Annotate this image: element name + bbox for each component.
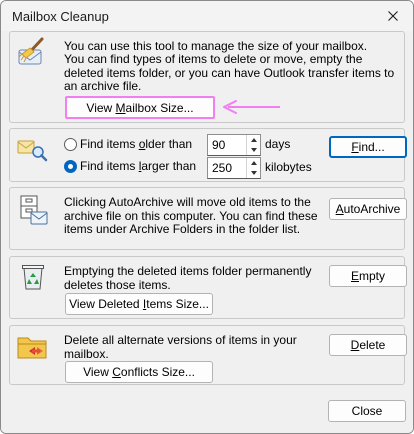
older-than-label: Find items older than [80, 137, 193, 151]
mailbox-cleanup-dialog: Mailbox Cleanup You can use this tool to… [0, 0, 414, 434]
window-title: Mailbox Cleanup [12, 8, 109, 24]
older-increment-button[interactable] [247, 135, 260, 145]
view-mailbox-size-button[interactable]: View Mailbox Size... [65, 96, 215, 119]
larger-than-radio[interactable] [64, 160, 77, 173]
older-than-days-input[interactable] [208, 135, 246, 155]
older-decrement-button[interactable] [247, 145, 260, 155]
window-close-button[interactable] [383, 6, 403, 26]
find-button[interactable]: Find... [329, 136, 407, 158]
empty-description: Emptying the deleted items folder perman… [64, 264, 312, 292]
archive-envelope-icon [20, 195, 48, 225]
days-unit-label: days [265, 137, 291, 151]
find-items-group: Find items older than days Find items la… [9, 128, 407, 182]
older-than-radio[interactable] [64, 138, 77, 151]
close-button[interactable]: Close [328, 400, 406, 422]
larger-stepper-buttons [246, 158, 260, 178]
larger-than-kb-input[interactable] [208, 158, 246, 178]
recycle-bin-icon [22, 265, 44, 290]
older-than-days-stepper[interactable] [207, 134, 261, 156]
envelope-magnifier-icon [17, 140, 48, 162]
larger-than-kb-stepper[interactable] [207, 157, 261, 179]
view-mailbox-size-label: View Mailbox Size... [86, 100, 194, 115]
delete-button[interactable]: Delete [329, 334, 407, 356]
view-deleted-items-size-label: View Deleted Items Size... [69, 297, 209, 311]
intro-group: You can use this tool to manage the size… [9, 31, 405, 123]
folder-conflict-icon [17, 337, 47, 359]
empty-button[interactable]: Empty [329, 265, 407, 287]
autoarchive-button[interactable]: AutoArchive [329, 198, 407, 220]
larger-decrement-button[interactable] [247, 168, 260, 178]
autoarchive-group: Clicking AutoArchive will move old items… [9, 187, 407, 250]
mailbox-broom-icon [18, 37, 44, 65]
conflicts-description: Delete all alternate versions of items i… [64, 333, 297, 361]
larger-than-label: Find items larger than [80, 159, 197, 173]
arrow-down-icon [250, 148, 257, 152]
arrow-down-icon [250, 171, 257, 175]
view-conflicts-size-button[interactable]: View Conflicts Size... [65, 361, 213, 383]
empty-button-label: Empty [350, 269, 386, 283]
arrow-up-icon [250, 138, 257, 142]
find-button-label: Find... [351, 140, 385, 154]
autoarchive-description: Clicking AutoArchive will move old items… [64, 195, 318, 236]
view-deleted-items-size-button[interactable]: View Deleted Items Size... [65, 293, 213, 315]
kilobytes-unit-label: kilobytes [265, 160, 312, 174]
empty-deleted-group: Emptying the deleted items folder perman… [9, 256, 407, 319]
pointer-arrow-icon [223, 100, 280, 114]
arrow-up-icon [250, 161, 257, 165]
delete-button-label: Delete [350, 338, 386, 352]
older-stepper-buttons [246, 135, 260, 155]
intro-line-2: You can find types of items to delete or… [64, 52, 395, 93]
larger-increment-button[interactable] [247, 158, 260, 168]
autoarchive-button-label: AutoArchive [335, 202, 401, 216]
title-bar: Mailbox Cleanup [1, 1, 413, 31]
close-button-label: Close [351, 404, 383, 418]
view-conflicts-size-label: View Conflicts Size... [83, 365, 195, 379]
conflicts-group: Delete all alternate versions of items i… [9, 325, 407, 385]
dialog-client: You can use this tool to manage the size… [1, 31, 413, 433]
close-icon [388, 11, 398, 21]
